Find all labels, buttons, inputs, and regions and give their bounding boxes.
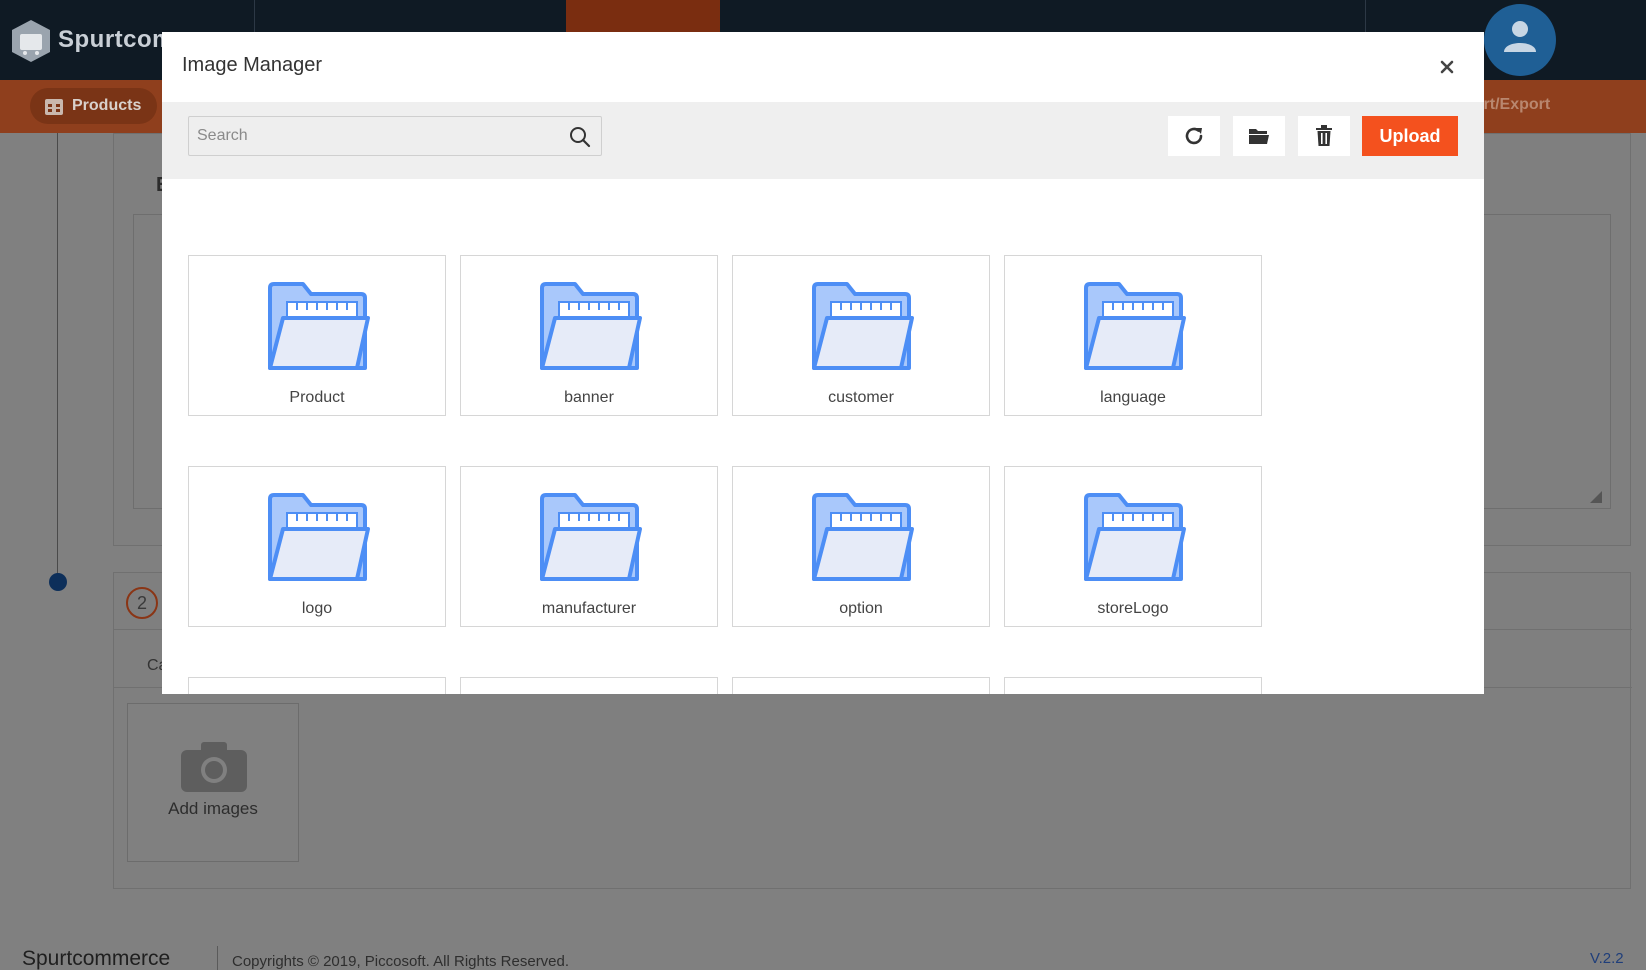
folder-tile[interactable] — [460, 677, 718, 694]
image-manager-modal: Image Manager Search Upload Product bann… — [162, 32, 1484, 694]
resize-handle[interactable] — [1590, 491, 1602, 503]
user-icon — [1504, 21, 1536, 52]
add-images-button[interactable]: Add images — [127, 703, 299, 862]
folder-tile[interactable]: option — [732, 466, 990, 627]
trash-icon — [1316, 125, 1332, 146]
folder-icon — [540, 282, 642, 370]
nav-tab-dashboard[interactable] — [254, 0, 408, 32]
modal-toolbar: Upload — [162, 102, 1484, 179]
grid-calendar-icon — [45, 99, 63, 115]
search-input[interactable] — [189, 117, 559, 155]
new-folder-button[interactable] — [1233, 116, 1285, 156]
folder-icon — [268, 282, 370, 370]
folder-icon — [1084, 493, 1186, 581]
folder-icon — [812, 493, 914, 581]
footer-copyright: Copyrights © 2019, Piccosoft. All Rights… — [232, 953, 570, 970]
user-avatar[interactable] — [1484, 4, 1556, 76]
folder-name: customer — [828, 389, 894, 406]
nav-tab-catalog[interactable] — [566, 0, 720, 32]
stepper-line — [57, 133, 58, 583]
subnav-products-label: Products — [72, 97, 142, 114]
folder-open-icon — [1249, 129, 1269, 144]
folder-name: Product — [289, 389, 345, 406]
modal-header: Image Manager — [162, 32, 1484, 102]
folder-tile[interactable]: logo — [188, 466, 446, 627]
close-button[interactable] — [1436, 56, 1458, 78]
refresh-icon — [1185, 127, 1203, 145]
folder-tile[interactable] — [1004, 677, 1262, 694]
search-box — [188, 116, 602, 156]
folder-tile[interactable]: customer — [732, 255, 990, 416]
folder-icon — [268, 493, 370, 581]
close-icon — [1440, 60, 1454, 74]
subnav-products[interactable]: Products — [30, 88, 158, 124]
folder-name: logo — [301, 600, 333, 617]
footer-version: V.2.2 — [1590, 950, 1624, 967]
folder-tile[interactable]: manufacturer — [460, 466, 718, 627]
folder-tile[interactable]: language — [1004, 255, 1262, 416]
folder-name: banner — [564, 389, 614, 406]
folder-tile[interactable]: banner — [460, 255, 718, 416]
refresh-button[interactable] — [1168, 116, 1220, 156]
upload-button[interactable]: Upload — [1362, 116, 1458, 156]
folder-tile[interactable]: storeLogo — [1004, 466, 1262, 627]
folder-icon — [1084, 282, 1186, 370]
folder-name: option — [839, 600, 883, 617]
add-images-label: Add images — [168, 799, 258, 818]
folder-tile[interactable] — [732, 677, 990, 694]
folder-name: storeLogo — [1097, 600, 1169, 617]
footer-brand: Spurtcommerce — [22, 947, 171, 970]
folder-name: manufacturer — [541, 600, 637, 617]
app-brand: Spurtcom — [58, 26, 175, 53]
delete-button[interactable] — [1298, 116, 1350, 156]
modal-title: Image Manager — [182, 54, 323, 76]
stepper-dot — [49, 573, 67, 591]
spurt-logo-icon — [12, 20, 50, 62]
camera-icon — [181, 742, 247, 792]
step-number-badge: 2 — [126, 587, 158, 619]
footer-divider — [217, 946, 218, 970]
folder-icon — [812, 282, 914, 370]
folder-name: language — [1100, 389, 1166, 406]
search-icon[interactable] — [569, 126, 591, 148]
page-footer: Spurtcommerce Copyrights © 2019, Piccoso… — [0, 940, 1646, 970]
folder-tile[interactable] — [188, 677, 446, 694]
folder-tile[interactable]: Product — [188, 255, 446, 416]
folder-icon — [540, 493, 642, 581]
